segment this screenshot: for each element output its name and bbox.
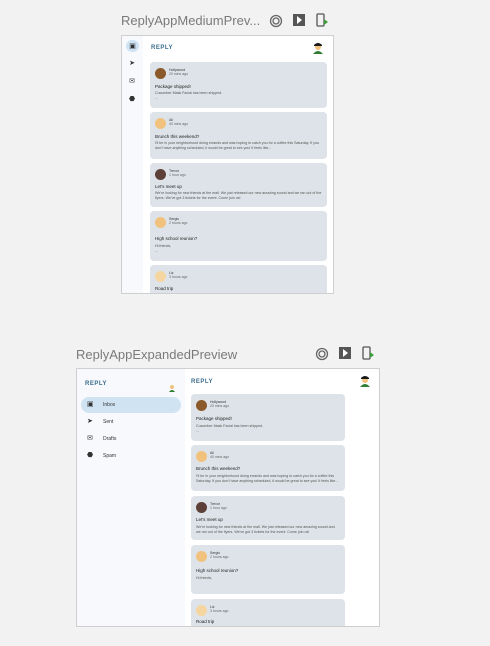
drawer-item-label: Spam xyxy=(103,453,117,459)
email-time: 40 mins ago xyxy=(210,455,230,459)
avatar xyxy=(196,451,207,462)
email-subject: Package shipped! xyxy=(155,84,191,89)
email-subject: High school reunion? xyxy=(155,236,198,241)
medium-preview-title: ReplyAppMediumPrev... xyxy=(121,13,261,28)
deploy-preview-icon[interactable] xyxy=(315,13,329,27)
email-more: ... xyxy=(196,429,199,433)
deploy-preview-icon[interactable] xyxy=(361,346,375,360)
drawer-item-drafts[interactable]: ✉ Drafts xyxy=(81,431,181,447)
avatar xyxy=(155,118,166,129)
drawer-item-inbox[interactable]: ▣ Inbox xyxy=(81,397,181,413)
email-card[interactable]: Hollywood 20 mins ago Package shipped! C… xyxy=(191,394,345,441)
navigation-rail: ▣ ➤ ✉ ⬣ xyxy=(122,36,143,293)
avatar xyxy=(155,271,166,282)
profile-avatar[interactable] xyxy=(359,374,371,387)
interactive-mode-icon[interactable] xyxy=(315,347,329,361)
drawer-item-spam[interactable]: ⬣ Spam xyxy=(81,448,181,464)
email-card[interactable]: Ali 40 mins ago Brunch this weekend? I'l… xyxy=(150,112,327,159)
email-subject: Road trip xyxy=(196,619,215,624)
mail-icon: ✉ xyxy=(87,435,93,442)
email-time: 2 hours ago xyxy=(169,221,188,225)
email-time: 20 mins ago xyxy=(169,72,189,76)
email-body: Hi friends, xyxy=(196,576,213,580)
inbox-icon: ▣ xyxy=(87,401,94,408)
rail-inbox-icon[interactable]: ▣ xyxy=(126,40,139,52)
email-more: ... xyxy=(155,96,158,100)
email-subject: Brunch this weekend? xyxy=(155,134,200,139)
email-time: 2 hours ago xyxy=(210,555,229,559)
email-subject: Let's meet up xyxy=(196,517,223,522)
expanded-preview-title: ReplyAppExpandedPreview xyxy=(76,347,238,362)
email-time: 40 mins ago xyxy=(169,122,189,126)
email-subject: High school reunion? xyxy=(196,568,239,573)
interactive-mode-icon[interactable] xyxy=(269,14,283,28)
email-subject: Package shipped! xyxy=(196,416,232,421)
drawer-menu-icon[interactable] xyxy=(168,379,176,392)
medium-preview-frame: ▣ ➤ ✉ ⬣ REPLY Hollywood 20 mins ago Pack… xyxy=(121,35,334,294)
email-card[interactable]: Sergio 2 hours ago High school reunion? … xyxy=(150,211,327,261)
email-time: 3 hours ago xyxy=(210,609,229,613)
spam-icon: ⬣ xyxy=(87,452,94,459)
profile-avatar-icon xyxy=(360,376,370,387)
drawer-item-label: Sent xyxy=(103,419,114,425)
email-subject: Let's meet up xyxy=(155,184,182,189)
expanded-preview-frame: REPLY ▣ Inbox ➤ Sent ✉ Drafts ⬣ Spam REP… xyxy=(76,368,380,627)
email-card[interactable]: Trevor 1 hour ago Let's meet up We're lo… xyxy=(150,163,327,207)
rail-send-icon[interactable]: ➤ xyxy=(126,58,138,68)
email-card[interactable]: Hollywood 20 mins ago Package shipped! C… xyxy=(150,62,327,108)
email-card[interactable]: Liz 3 hours ago Road trip xyxy=(191,599,345,626)
drawer-item-label: Inbox xyxy=(103,402,116,408)
drawer-title: REPLY xyxy=(85,381,107,387)
email-time: 1 hour ago xyxy=(210,506,227,510)
rail-mail-icon[interactable]: ✉ xyxy=(126,76,138,86)
email-more: ... xyxy=(155,249,158,253)
animation-preview-icon[interactable] xyxy=(338,346,352,360)
email-card[interactable]: Trevor 1 hour ago Let's meet up We're lo… xyxy=(191,496,345,540)
avatar xyxy=(196,605,207,616)
profile-avatar-icon xyxy=(313,43,323,54)
email-time: 1 hour ago xyxy=(169,173,186,177)
email-card[interactable]: Liz 3 hours ago Road trip xyxy=(150,265,327,293)
avatar xyxy=(196,400,207,411)
email-body: I'll be in your neighborhood doing erran… xyxy=(196,474,339,483)
profile-small-icon xyxy=(169,385,175,392)
app-title: REPLY xyxy=(151,45,173,51)
email-subject: Brunch this weekend? xyxy=(196,466,241,471)
avatar xyxy=(155,68,166,79)
email-body: I'll be in your neighborhood doing erran… xyxy=(155,141,319,150)
email-body: We're looking for new friends at the mal… xyxy=(196,525,335,534)
email-time: 3 hours ago xyxy=(169,275,188,279)
avatar xyxy=(155,217,166,228)
rail-spam-icon[interactable]: ⬣ xyxy=(126,94,138,104)
drawer-item-label: Drafts xyxy=(103,436,117,442)
avatar xyxy=(155,169,166,180)
avatar xyxy=(196,502,207,513)
email-body: We're looking for new friends at the mal… xyxy=(155,191,322,200)
animation-preview-icon[interactable] xyxy=(292,13,306,27)
send-icon: ➤ xyxy=(87,418,93,425)
email-subject: Road trip xyxy=(155,286,174,291)
email-card[interactable]: Sergio 2 hours ago High school reunion? … xyxy=(191,545,345,594)
drawer-item-sent[interactable]: ➤ Sent xyxy=(81,414,181,430)
email-time: 20 mins ago xyxy=(210,404,230,408)
profile-avatar[interactable] xyxy=(312,41,324,54)
email-card[interactable]: Ali 40 mins ago Brunch this weekend? I'l… xyxy=(191,445,345,491)
avatar xyxy=(196,551,207,562)
navigation-drawer: REPLY ▣ Inbox ➤ Sent ✉ Drafts ⬣ Spam xyxy=(77,369,185,626)
app-title: REPLY xyxy=(191,379,213,385)
